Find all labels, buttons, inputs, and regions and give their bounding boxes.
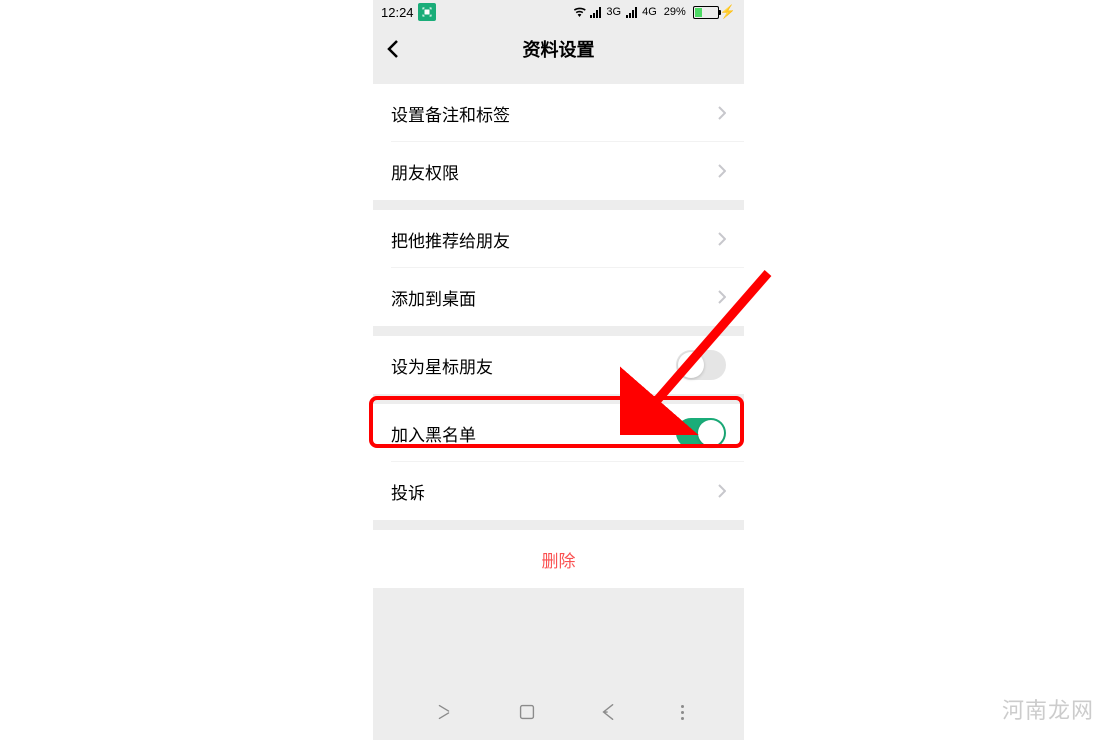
chevron-right-icon (718, 290, 726, 304)
delete-button[interactable]: 删除 (373, 530, 744, 588)
page-title: 资料设置 (373, 36, 744, 62)
star-friend-item[interactable]: 设为星标朋友 (373, 336, 744, 394)
navigation-header: 资料设置 (373, 24, 744, 74)
signal-4g-icon (626, 7, 637, 18)
add-to-desktop-label: 添加到桌面 (391, 285, 718, 310)
charging-icon: ⚡ (720, 4, 736, 20)
blacklist-label: 加入黑名单 (391, 421, 676, 446)
set-remark-tags-item[interactable]: 设置备注和标签 (373, 84, 744, 142)
chevron-right-icon (718, 484, 726, 498)
recommend-to-friend-item[interactable]: 把他推荐给朋友 (373, 210, 744, 268)
friend-permissions-item[interactable]: 朋友权限 (373, 142, 744, 200)
section-star-friend: 设为星标朋友 (373, 336, 744, 394)
section-blacklist-report: 加入黑名单 投诉 (373, 404, 744, 520)
blacklist-item[interactable]: 加入黑名单 (373, 404, 744, 462)
system-navigation-bar (373, 684, 744, 740)
section-remark-permissions: 设置备注和标签 朋友权限 (373, 84, 744, 200)
battery-icon (693, 6, 719, 19)
chevron-right-icon (718, 164, 726, 178)
section-recommend-desktop: 把他推荐给朋友 添加到桌面 (373, 210, 744, 326)
recent-apps-icon[interactable] (433, 701, 455, 723)
chevron-right-icon (718, 106, 726, 120)
menu-icon[interactable] (681, 705, 684, 720)
signal-3g-icon (590, 7, 601, 18)
watermark: 河南龙网 (1002, 693, 1094, 725)
report-item[interactable]: 投诉 (373, 462, 744, 520)
phone-screen: 12:24 3G 4G 29% ⚡ 资料设置 设置备注和标签 朋友权限 (373, 0, 744, 740)
back-button[interactable] (373, 24, 413, 74)
blacklist-toggle[interactable] (676, 418, 726, 448)
home-icon[interactable] (516, 701, 538, 723)
star-friend-label: 设为星标朋友 (391, 353, 676, 378)
star-friend-toggle[interactable] (676, 350, 726, 380)
recommend-to-friend-label: 把他推荐给朋友 (391, 227, 718, 252)
status-right: 3G 4G 29% ⚡ (572, 4, 736, 20)
chevron-right-icon (718, 232, 726, 246)
status-time: 12:24 (381, 5, 414, 20)
delete-button-label: 删除 (542, 547, 576, 572)
status-bar: 12:24 3G 4G 29% ⚡ (373, 0, 744, 24)
set-remark-tags-label: 设置备注和标签 (391, 101, 718, 126)
scan-icon (418, 3, 436, 21)
add-to-desktop-item[interactable]: 添加到桌面 (373, 268, 744, 326)
network-3g-label: 3G (606, 6, 621, 18)
wifi-icon (572, 6, 587, 18)
friend-permissions-label: 朋友权限 (391, 159, 718, 184)
report-label: 投诉 (391, 479, 718, 504)
network-4g-label: 4G (642, 6, 657, 18)
battery-percent: 29% (664, 6, 686, 18)
back-icon[interactable] (598, 701, 620, 723)
